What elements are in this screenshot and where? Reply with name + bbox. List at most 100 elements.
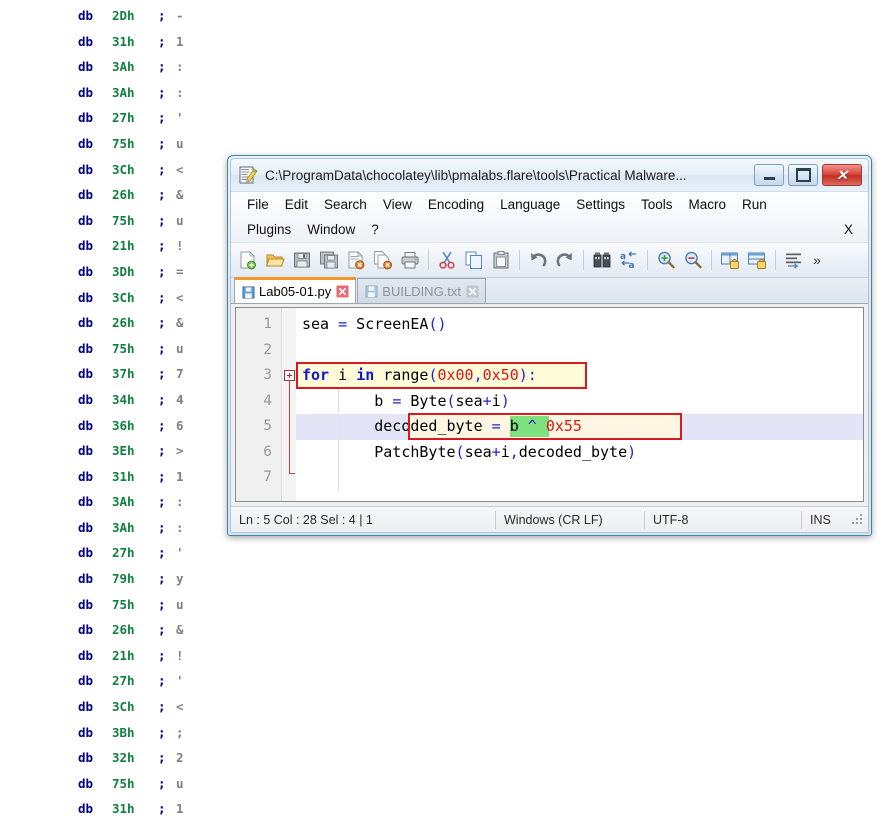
menu-item-run[interactable]: Run	[734, 195, 775, 214]
red-highlight-box-xor-line	[408, 413, 682, 440]
zoom-in-icon[interactable]	[653, 247, 679, 273]
disassembly-value: 75h	[112, 212, 135, 228]
undo-icon[interactable]	[525, 247, 551, 273]
menu-bar[interactable]: File Edit Search View Encoding Language Settin…	[231, 191, 868, 242]
line-number: 2	[263, 341, 272, 358]
code-line[interactable]: 2	[236, 338, 863, 364]
save-all-icon[interactable]	[316, 247, 342, 273]
toolbar-separator	[647, 250, 648, 270]
word-wrap-icon[interactable]	[781, 247, 807, 273]
disassembly-separator: ;	[158, 161, 166, 177]
disassembly-separator: ;	[158, 724, 166, 740]
code-token: =	[338, 315, 348, 333]
resize-grip[interactable]	[851, 513, 865, 527]
disassembly-comment: u	[176, 775, 184, 791]
sync-horizontal-scroll-icon[interactable]	[744, 247, 770, 273]
menu-item-file[interactable]: File	[239, 195, 277, 214]
disassembly-separator: ;	[158, 340, 166, 356]
menu-item-settings[interactable]: Settings	[568, 195, 633, 214]
disassembly-mnemonic: db	[78, 33, 94, 49]
disassembly-comment: &	[176, 622, 184, 638]
tab-building-txt[interactable]: BUILDING.txt	[357, 278, 487, 303]
replace-icon[interactable]: aa	[616, 247, 642, 273]
tab-close-icon[interactable]	[466, 284, 479, 298]
menu-item-view[interactable]: View	[375, 195, 420, 214]
code-token: i	[491, 391, 501, 410]
code-editor[interactable]: 1 sea = ScreenEA() 2 3 for i in range(0x00,0…	[236, 308, 863, 501]
new-file-icon[interactable]	[235, 247, 261, 273]
disassembly-separator: ;	[158, 775, 166, 791]
menu-row-1[interactable]: File Edit Search View Encoding Language Settin…	[239, 192, 860, 217]
menu-row-2[interactable]: Plugins Window? X	[239, 217, 860, 242]
close-button[interactable]: ✕	[822, 164, 862, 186]
disassembly-comment: u	[176, 135, 184, 151]
close-file-icon[interactable]	[343, 247, 369, 273]
tab-lab05-01-py[interactable]: Lab05-01.py	[234, 277, 357, 303]
open-file-icon[interactable]	[262, 247, 288, 273]
disassembly-value: 2Dh	[112, 8, 135, 23]
disassembly-row: db 3Ch; <	[0, 157, 225, 183]
close-all-icon[interactable]	[370, 247, 396, 273]
paste-icon[interactable]	[488, 247, 514, 273]
code-line[interactable]: 4 b = Byte(sea+i)	[236, 389, 863, 415]
code-token: =	[392, 391, 402, 410]
code-line[interactable]: 7	[236, 465, 863, 491]
disassembly-row: db 3Ch; <	[0, 694, 225, 720]
disassembly-mnemonic: db	[78, 110, 94, 126]
code-line[interactable]: 6 PatchByte(sea+i,decoded_byte)	[236, 440, 863, 466]
disassembly-mnemonic: db	[78, 135, 94, 151]
disassembly-mnemonic: db	[78, 571, 94, 587]
line-number: 5	[263, 418, 272, 434]
disassembly-row: db 75h; u	[0, 592, 225, 618]
editor-area[interactable]: 1 sea = ScreenEA() 2 3 for i in range(0x00,0…	[235, 307, 864, 502]
disassembly-value: 26h	[112, 187, 135, 203]
menu-item-encoding[interactable]: Encoding	[420, 195, 492, 214]
toolbar-overflow-chevron-icon[interactable]: »	[808, 247, 826, 273]
save-icon[interactable]	[289, 247, 315, 273]
disassembly-mnemonic: db	[78, 238, 94, 254]
maximize-button[interactable]	[788, 164, 818, 186]
disassembly-separator: ;	[158, 801, 166, 817]
menu-item-edit[interactable]: Edit	[277, 195, 316, 214]
status-eol: Windows (CR LF)	[504, 512, 603, 527]
copy-icon[interactable]	[461, 247, 487, 273]
menu-item-language[interactable]: Language	[492, 195, 568, 214]
code-token: PatchByte	[302, 442, 456, 461]
disassembly-mnemonic: db	[78, 545, 94, 561]
notepad-plus-plus-window[interactable]: C:\ProgramData\chocolatey\lib\pmalabs.fl…	[227, 155, 872, 536]
title-bar[interactable]: C:\ProgramData\chocolatey\lib\pmalabs.fl…	[231, 159, 868, 191]
disassembly-value: 3Eh	[112, 443, 135, 459]
disassembly-separator: ;	[158, 212, 166, 228]
sync-vertical-scroll-icon[interactable]	[717, 247, 743, 273]
status-encoding: UTF-8	[653, 512, 689, 527]
fold-line-end	[289, 472, 295, 474]
disassembly-separator: ;	[158, 135, 166, 151]
disassembly-comment: :	[176, 84, 184, 100]
disassembly-mnemonic: db	[78, 673, 94, 689]
tab-close-icon[interactable]	[336, 285, 349, 298]
menu-item-tools[interactable]: Tools	[633, 195, 681, 214]
redo-icon[interactable]	[552, 247, 578, 273]
disassembly-value: 3Ch	[112, 699, 135, 715]
toolbar[interactable]: a a »	[231, 242, 868, 278]
print-icon[interactable]	[397, 247, 423, 273]
menu-item-plugins[interactable]: Plugins	[239, 220, 299, 239]
minimize-button[interactable]	[754, 164, 784, 186]
menu-item-macro[interactable]: Macro	[681, 195, 735, 214]
find-icon[interactable]	[589, 247, 615, 273]
status-position: Ln : 5 Col : 28 Sel : 4 | 1	[239, 512, 373, 527]
fold-expand-box[interactable]	[284, 370, 295, 381]
disassembly-row: db 3Ah;:	[0, 54, 225, 80]
code-line[interactable]: 1 sea = ScreenEA()	[236, 312, 863, 338]
zoom-out-icon[interactable]	[680, 247, 706, 273]
menu-item-help[interactable]: ?	[363, 220, 387, 239]
tab-bar[interactable]: Lab05-01.py BUILDING.txt	[231, 277, 868, 304]
disassembly-separator: ;	[158, 673, 166, 689]
menu-item-search[interactable]: Search	[316, 195, 375, 214]
line-number: 7	[263, 469, 272, 485]
disassembly-separator: ;	[158, 519, 166, 535]
menu-item-window[interactable]: Window	[299, 220, 363, 239]
tab-label: BUILDING.txt	[382, 283, 462, 299]
cut-icon[interactable]	[434, 247, 460, 273]
close-document-button[interactable]: X	[837, 220, 860, 239]
